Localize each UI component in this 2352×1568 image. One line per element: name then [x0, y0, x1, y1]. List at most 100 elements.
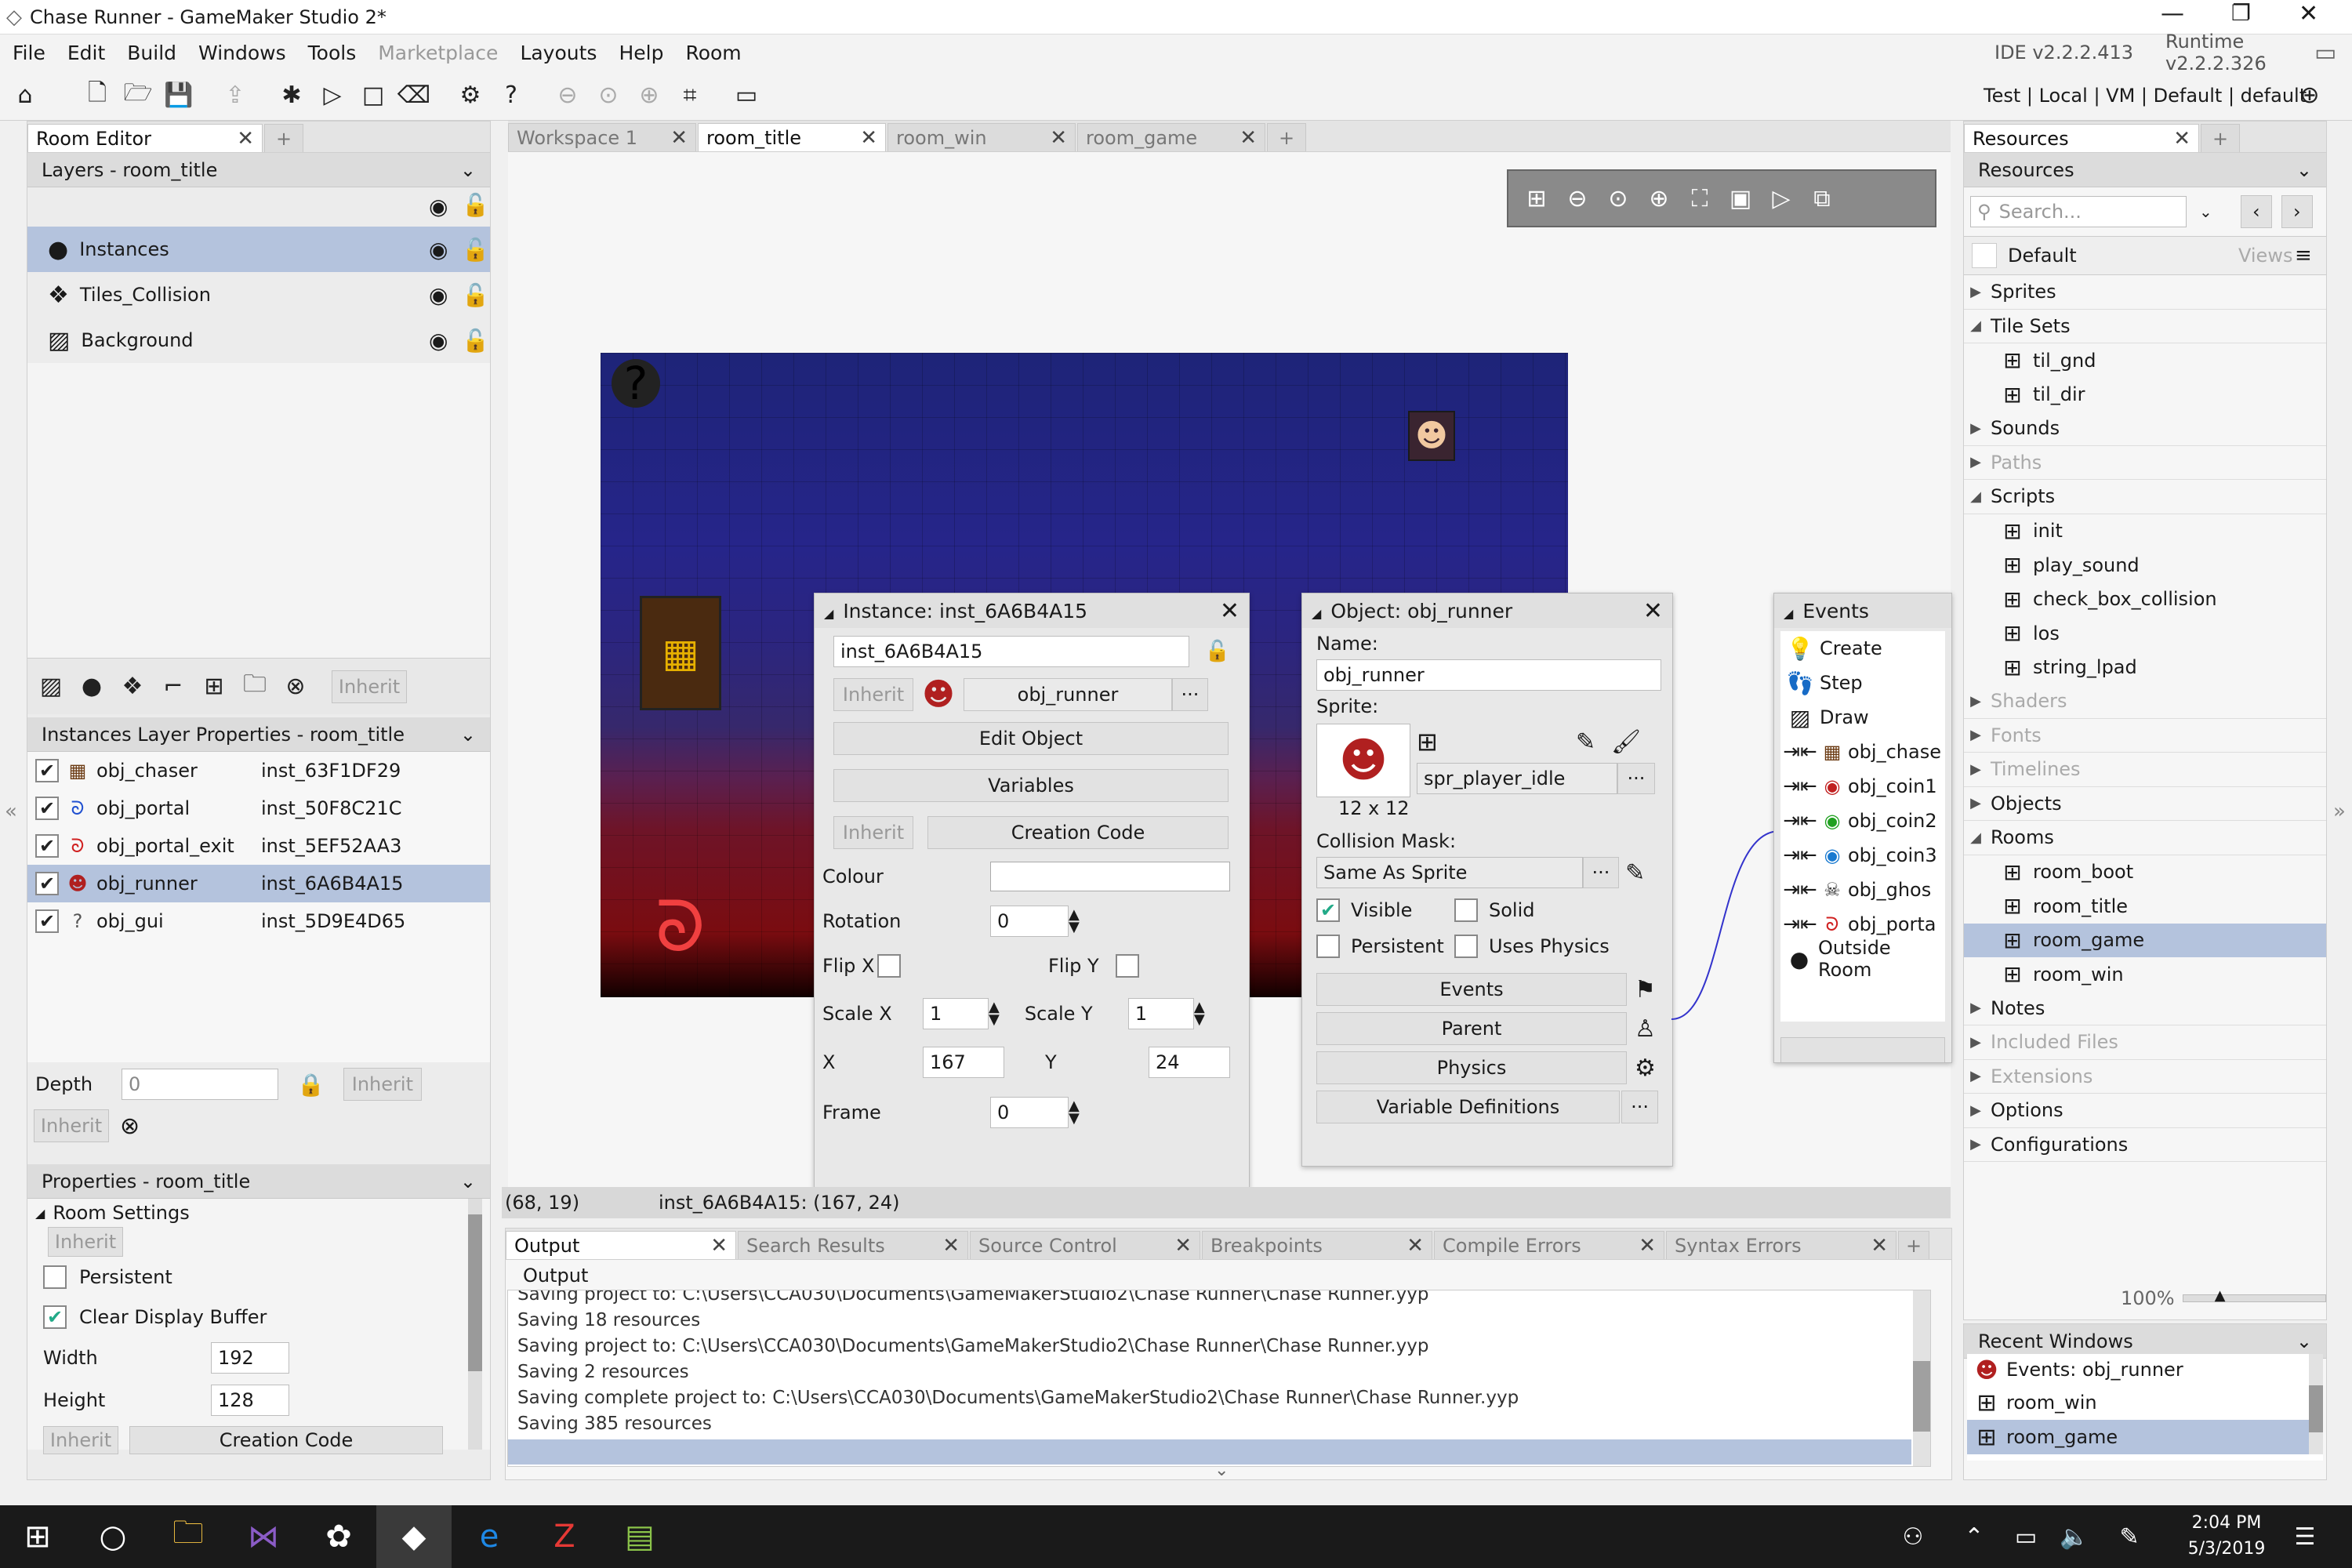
- flip-x-checkbox[interactable]: [877, 954, 901, 978]
- resource-item[interactable]: ⊞ til_gnd: [1964, 343, 2326, 378]
- collapsed-arrow-icon[interactable]: ▶: [1964, 420, 1987, 437]
- lock-icon[interactable]: 🔓: [462, 237, 489, 263]
- settings-icon[interactable]: ⚙: [453, 78, 488, 113]
- zoom-in-icon[interactable]: ⊕: [632, 78, 666, 113]
- collapsed-arrow-icon[interactable]: ▶: [1964, 1068, 1987, 1084]
- tab-output[interactable]: Output ✕: [506, 1231, 736, 1259]
- tab-room-game[interactable]: room_game ✕: [1077, 123, 1265, 151]
- chevron-down-icon[interactable]: ⌄: [2296, 159, 2312, 181]
- lock-icon[interactable]: 🔒: [297, 1072, 325, 1098]
- variables-more-button[interactable]: ···: [1621, 1091, 1658, 1123]
- monitor-icon[interactable]: ▭: [729, 78, 764, 113]
- event-collision[interactable]: ⇥⇤ ☠ obj_ghos: [1780, 873, 1945, 907]
- add-tab-button[interactable]: +: [1898, 1231, 1929, 1259]
- filezilla-icon[interactable]: Z: [527, 1505, 602, 1568]
- clear-display-checkbox[interactable]: ✔: [43, 1305, 67, 1329]
- layer-tiles-collision[interactable]: ❖ Tiles_Collision ◉ 🔓: [27, 272, 490, 318]
- expanded-arrow-icon[interactable]: ◢: [1964, 488, 1987, 505]
- zoom-reset-icon[interactable]: ⊙: [591, 78, 626, 113]
- zoom-in-icon[interactable]: ⊕: [1642, 181, 1676, 216]
- resource-item[interactable]: ⊞ room_title: [1964, 889, 2326, 924]
- minimize-button[interactable]: —: [2161, 0, 2184, 27]
- flip-y-checkbox[interactable]: [1116, 954, 1139, 978]
- recent-item-selected[interactable]: ⊞ room_game: [1967, 1420, 2323, 1454]
- chat-icon[interactable]: ▭: [2314, 39, 2336, 67]
- spinner-icon[interactable]: ▲ ▼: [1194, 1000, 1205, 1027]
- edit-mask-icon[interactable]: ✎: [1625, 859, 1645, 887]
- add-path-layer-icon[interactable]: ⌐: [156, 670, 191, 704]
- resource-group[interactable]: ▶ Options: [1964, 1094, 2326, 1128]
- gamemaker-icon[interactable]: ◆: [376, 1505, 452, 1568]
- scale-y-field[interactable]: 1: [1127, 998, 1194, 1029]
- frame-field[interactable]: 0: [990, 1097, 1069, 1128]
- open-project-icon[interactable]: 🗁: [121, 78, 155, 113]
- add-asset-layer-icon[interactable]: ⊞: [197, 670, 231, 704]
- variables-button[interactable]: Variables: [833, 769, 1229, 802]
- collapse-icon[interactable]: ◢: [1784, 606, 1793, 621]
- uses-physics-checkbox[interactable]: [1454, 935, 1478, 958]
- resources-header[interactable]: Resources ⌄: [1964, 153, 2326, 187]
- close-icon[interactable]: ✕: [1406, 1234, 1424, 1258]
- colour-swatch[interactable]: [990, 862, 1230, 891]
- target-icon[interactable]: ⊕: [2292, 78, 2327, 113]
- event-draw[interactable]: ▨ Draw: [1780, 700, 1945, 735]
- close-icon[interactable]: ✕: [237, 127, 254, 151]
- file-explorer-icon[interactable]: 🗀: [151, 1505, 226, 1568]
- menu-room[interactable]: Room: [685, 42, 741, 64]
- instance-row[interactable]: ✔ ᘐ obj_portal_exit inst_5EF52AA3: [27, 827, 490, 865]
- instance-dialog-header[interactable]: ◢ Instance: inst_6A6B4A15 ✕: [815, 593, 1249, 628]
- y-field[interactable]: 24: [1149, 1047, 1230, 1078]
- search-dropdown-icon[interactable]: ⌄: [2199, 202, 2212, 221]
- resource-group[interactable]: ▶ Objects: [1964, 787, 2326, 821]
- lock-icon[interactable]: 🔓: [1205, 640, 1230, 663]
- expanded-arrow-icon[interactable]: ◢: [1964, 318, 1987, 334]
- delete-layer-icon[interactable]: ⊗: [278, 670, 313, 704]
- gear-icon[interactable]: ⚙: [1635, 1054, 1656, 1082]
- resource-item[interactable]: ⊞ init: [1964, 514, 2326, 549]
- instance-row[interactable]: ✔ ▦ obj_chaser inst_63F1DF29: [27, 752, 490, 789]
- zoom-out-icon[interactable]: ⊖: [550, 78, 585, 113]
- event-collision[interactable]: ⇥⇤ ◉ obj_coin3: [1780, 838, 1945, 873]
- instance-checkbox[interactable]: ✔: [35, 909, 59, 933]
- resource-item[interactable]: ⊞ play_sound: [1964, 548, 2326, 583]
- eye-icon[interactable]: ◉: [429, 237, 448, 263]
- home-icon[interactable]: ⌂: [8, 78, 42, 113]
- collapse-icon[interactable]: ◢: [1312, 606, 1321, 621]
- inherit-button[interactable]: Inherit: [833, 678, 913, 711]
- variable-definitions-button[interactable]: Variable Definitions: [1316, 1091, 1621, 1123]
- chevron-down-icon[interactable]: ⌄: [2296, 1330, 2312, 1352]
- close-icon[interactable]: ✕: [1240, 126, 1257, 150]
- event-step[interactable]: 👣 Step: [1780, 666, 1945, 700]
- resource-group[interactable]: ▶ Sprites: [1964, 275, 2326, 310]
- resource-group[interactable]: ▶ Included Files: [1964, 1025, 2326, 1060]
- brush-icon[interactable]: 🖌: [1611, 728, 1641, 756]
- close-icon[interactable]: ✕: [1174, 1234, 1192, 1258]
- resource-group[interactable]: ▶ Fonts: [1964, 719, 2326, 753]
- scrollbar[interactable]: [1913, 1290, 1930, 1466]
- close-icon[interactable]: ✕: [1643, 597, 1663, 625]
- resource-group[interactable]: ▶ Sounds: [1964, 412, 2326, 446]
- chaser-sprite[interactable]: ▦: [640, 596, 721, 710]
- clock[interactable]: 2:04 PM 5/3/2019: [2180, 1513, 2274, 1559]
- add-tab-button[interactable]: +: [264, 124, 303, 152]
- inherit-layer-button[interactable]: Inherit: [332, 670, 407, 703]
- spinner-icon[interactable]: ▲ ▼: [1069, 1099, 1080, 1126]
- tab-compile-errors[interactable]: Compile Errors ✕: [1434, 1231, 1664, 1259]
- tab-room-title[interactable]: room_title ✕: [698, 123, 886, 151]
- collapsed-arrow-icon[interactable]: ▶: [1964, 1000, 1987, 1016]
- inherit-room-button[interactable]: Inherit: [48, 1227, 123, 1257]
- collapse-icon[interactable]: ◢: [824, 606, 833, 621]
- layer-background[interactable]: ▨ Background ◉ 🔓: [27, 318, 490, 363]
- visual-studio-icon[interactable]: ⋈: [226, 1505, 301, 1568]
- add-folder-icon[interactable]: 🗀: [238, 670, 272, 704]
- add-tab-button[interactable]: +: [2201, 124, 2240, 152]
- zoom-slider[interactable]: ▲: [2182, 1287, 2326, 1304]
- resource-item[interactable]: ⊞ check_box_collision: [1964, 583, 2326, 617]
- inherit-creation-button[interactable]: Inherit: [43, 1426, 118, 1454]
- help-icon[interactable]: ?: [494, 78, 528, 113]
- resource-group[interactable]: ◢ Tile Sets: [1964, 310, 2326, 343]
- add-instance-layer-icon[interactable]: ●: [74, 670, 109, 704]
- resource-item[interactable]: ⊞ room_game: [1964, 923, 2326, 957]
- visible-checkbox[interactable]: ✔: [1316, 898, 1340, 922]
- instance-row-selected[interactable]: ✔ ☻ obj_runner inst_6A6B4A15: [27, 865, 490, 902]
